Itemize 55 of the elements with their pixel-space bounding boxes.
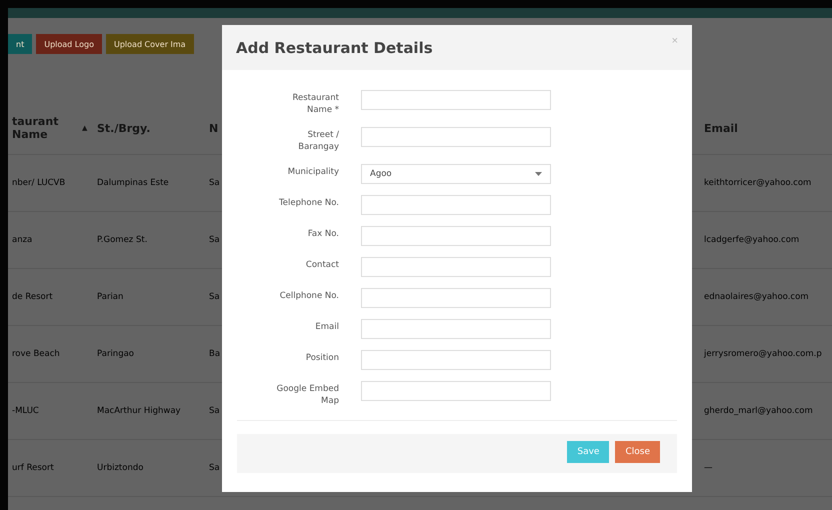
table-cell: anza — [12, 235, 32, 245]
table-cell: Parian — [97, 292, 124, 302]
input-field[interactable] — [361, 257, 551, 277]
table-cell: Sa — [209, 235, 220, 245]
table-cell: Urbiztondo — [97, 463, 144, 473]
table-cell: lcadgerfe@yahoo.com — [704, 235, 800, 245]
toolbar-button[interactable]: Upload Logo — [36, 34, 102, 54]
table-cell: rove Beach — [12, 349, 60, 359]
table-cell: keithtorricer@yahoo.com — [704, 178, 812, 188]
field-label: Street / Barangay — [297, 129, 339, 153]
table-cell: de Resort — [12, 292, 53, 302]
toolbar-button[interactable]: Upload Cover Ima — [106, 34, 194, 54]
close-button[interactable]: Close — [615, 441, 660, 463]
input-field[interactable] — [361, 381, 551, 401]
table-cell: jerrysromero@yahoo.com.p — [704, 349, 822, 359]
table-cell: urf Resort — [12, 463, 54, 473]
field-label: Email — [315, 321, 339, 333]
column-header[interactable]: Email — [704, 122, 738, 134]
input-field[interactable] — [361, 319, 551, 339]
input-field[interactable] — [361, 226, 551, 246]
dialog-title: Add Restaurant Details — [236, 38, 433, 56]
input-field[interactable] — [361, 350, 551, 370]
table-cell: — — [704, 463, 712, 473]
column-header[interactable]: taurant Name — [12, 115, 74, 141]
table-cell: -MLUC — [12, 406, 39, 416]
table-cell: Sa — [209, 406, 220, 416]
field-label: Restaurant Name * — [291, 92, 339, 116]
table-cell: P.Gomez St. — [97, 235, 148, 245]
field-label: Telephone No. — [279, 197, 339, 209]
field-label: Position — [306, 352, 339, 364]
field-label: Fax No. — [308, 228, 339, 240]
caret-icon — [535, 172, 542, 176]
field-label: Municipality — [288, 166, 339, 178]
input-field[interactable] — [361, 288, 551, 308]
table-cell: gherdo_marl@yahoo.com — [704, 406, 813, 416]
field-label: Contact — [306, 259, 339, 271]
save-button[interactable]: Save — [567, 441, 610, 463]
table-cell: nber/ LUCVB — [12, 178, 66, 188]
table-cell: MacArthur Highway — [97, 406, 181, 416]
column-header[interactable]: St./Brgy. — [97, 122, 150, 134]
input-field[interactable] — [361, 90, 551, 110]
field-label: Cellphone No. — [280, 290, 339, 302]
table-cell: Dalumpinas Este — [97, 178, 169, 188]
table-cell: Paringao — [97, 349, 134, 359]
table-cell: ednaolaires@yahoo.com — [704, 292, 809, 302]
dropdown[interactable]: Agoo — [361, 164, 551, 184]
toolbar-button[interactable]: nt — [8, 34, 32, 54]
table-cell: Sa — [209, 463, 220, 473]
field-label: Google Embed Map — [276, 383, 339, 407]
input-field[interactable] — [361, 195, 551, 215]
input-field[interactable] — [361, 127, 551, 147]
table-cell: Ba — [209, 349, 220, 359]
column-header[interactable]: N — [209, 122, 218, 134]
table-cell: Sa — [209, 292, 220, 302]
table-cell: Sa — [209, 178, 220, 188]
